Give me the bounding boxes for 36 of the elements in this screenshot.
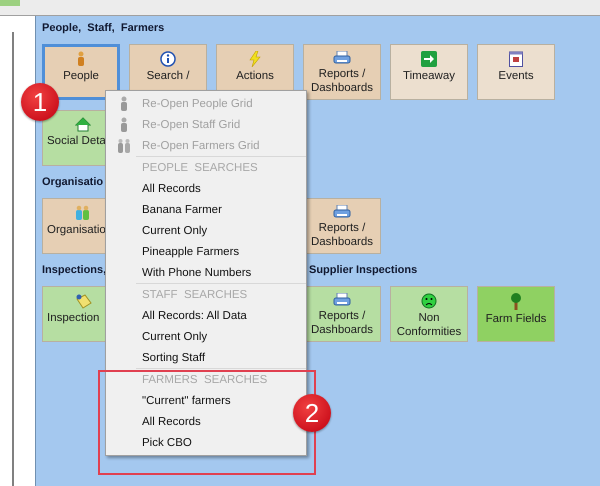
printer-icon <box>333 51 351 65</box>
menu-item[interactable]: All Records <box>106 178 207 199</box>
section-title: Supplier Inspections <box>308 264 418 278</box>
section-title: Inspections, <box>42 264 106 278</box>
info-icon <box>160 51 176 67</box>
tile-button[interactable]: Reports / Dashboards <box>303 44 381 100</box>
people-icon <box>117 138 131 154</box>
section-title: People, Staff, Farmers <box>42 22 164 36</box>
printer-icon <box>333 293 351 307</box>
menu-item[interactable]: Sorting Staff <box>106 347 212 368</box>
note-icon <box>74 293 92 309</box>
printer-icon <box>333 205 351 219</box>
house-icon <box>75 117 91 132</box>
tile-button[interactable]: Non Conformities <box>390 286 468 342</box>
section-title: Organisatio <box>42 176 104 190</box>
calendar-icon <box>509 51 523 67</box>
tile-button[interactable]: People <box>42 44 120 100</box>
tile-button[interactable]: Timeaway <box>390 44 468 100</box>
tree-icon <box>508 293 524 310</box>
tab[interactable] <box>0 0 20 6</box>
person-icon <box>119 96 129 112</box>
people-icon <box>75 205 91 221</box>
callout-badge: 1 <box>21 83 59 121</box>
menu-item[interactable]: All Records <box>106 411 207 432</box>
person-icon <box>119 116 129 132</box>
tile-button[interactable]: Farm Fields <box>477 286 555 342</box>
menu-item[interactable]: "Current" farmers <box>106 390 237 411</box>
sad-face-icon <box>421 293 437 309</box>
menu-header: FARMERS SEARCHES <box>136 368 306 390</box>
lightning-icon <box>248 51 262 67</box>
menu-item[interactable]: With Phone Numbers <box>106 262 258 283</box>
menu-header: PEOPLE SEARCHES <box>136 156 306 178</box>
tile-button[interactable]: Events <box>477 44 555 100</box>
person-icon <box>75 51 87 67</box>
menu-header: STAFF SEARCHES <box>136 283 306 305</box>
menu-item[interactable]: Pick CBO <box>106 432 198 453</box>
